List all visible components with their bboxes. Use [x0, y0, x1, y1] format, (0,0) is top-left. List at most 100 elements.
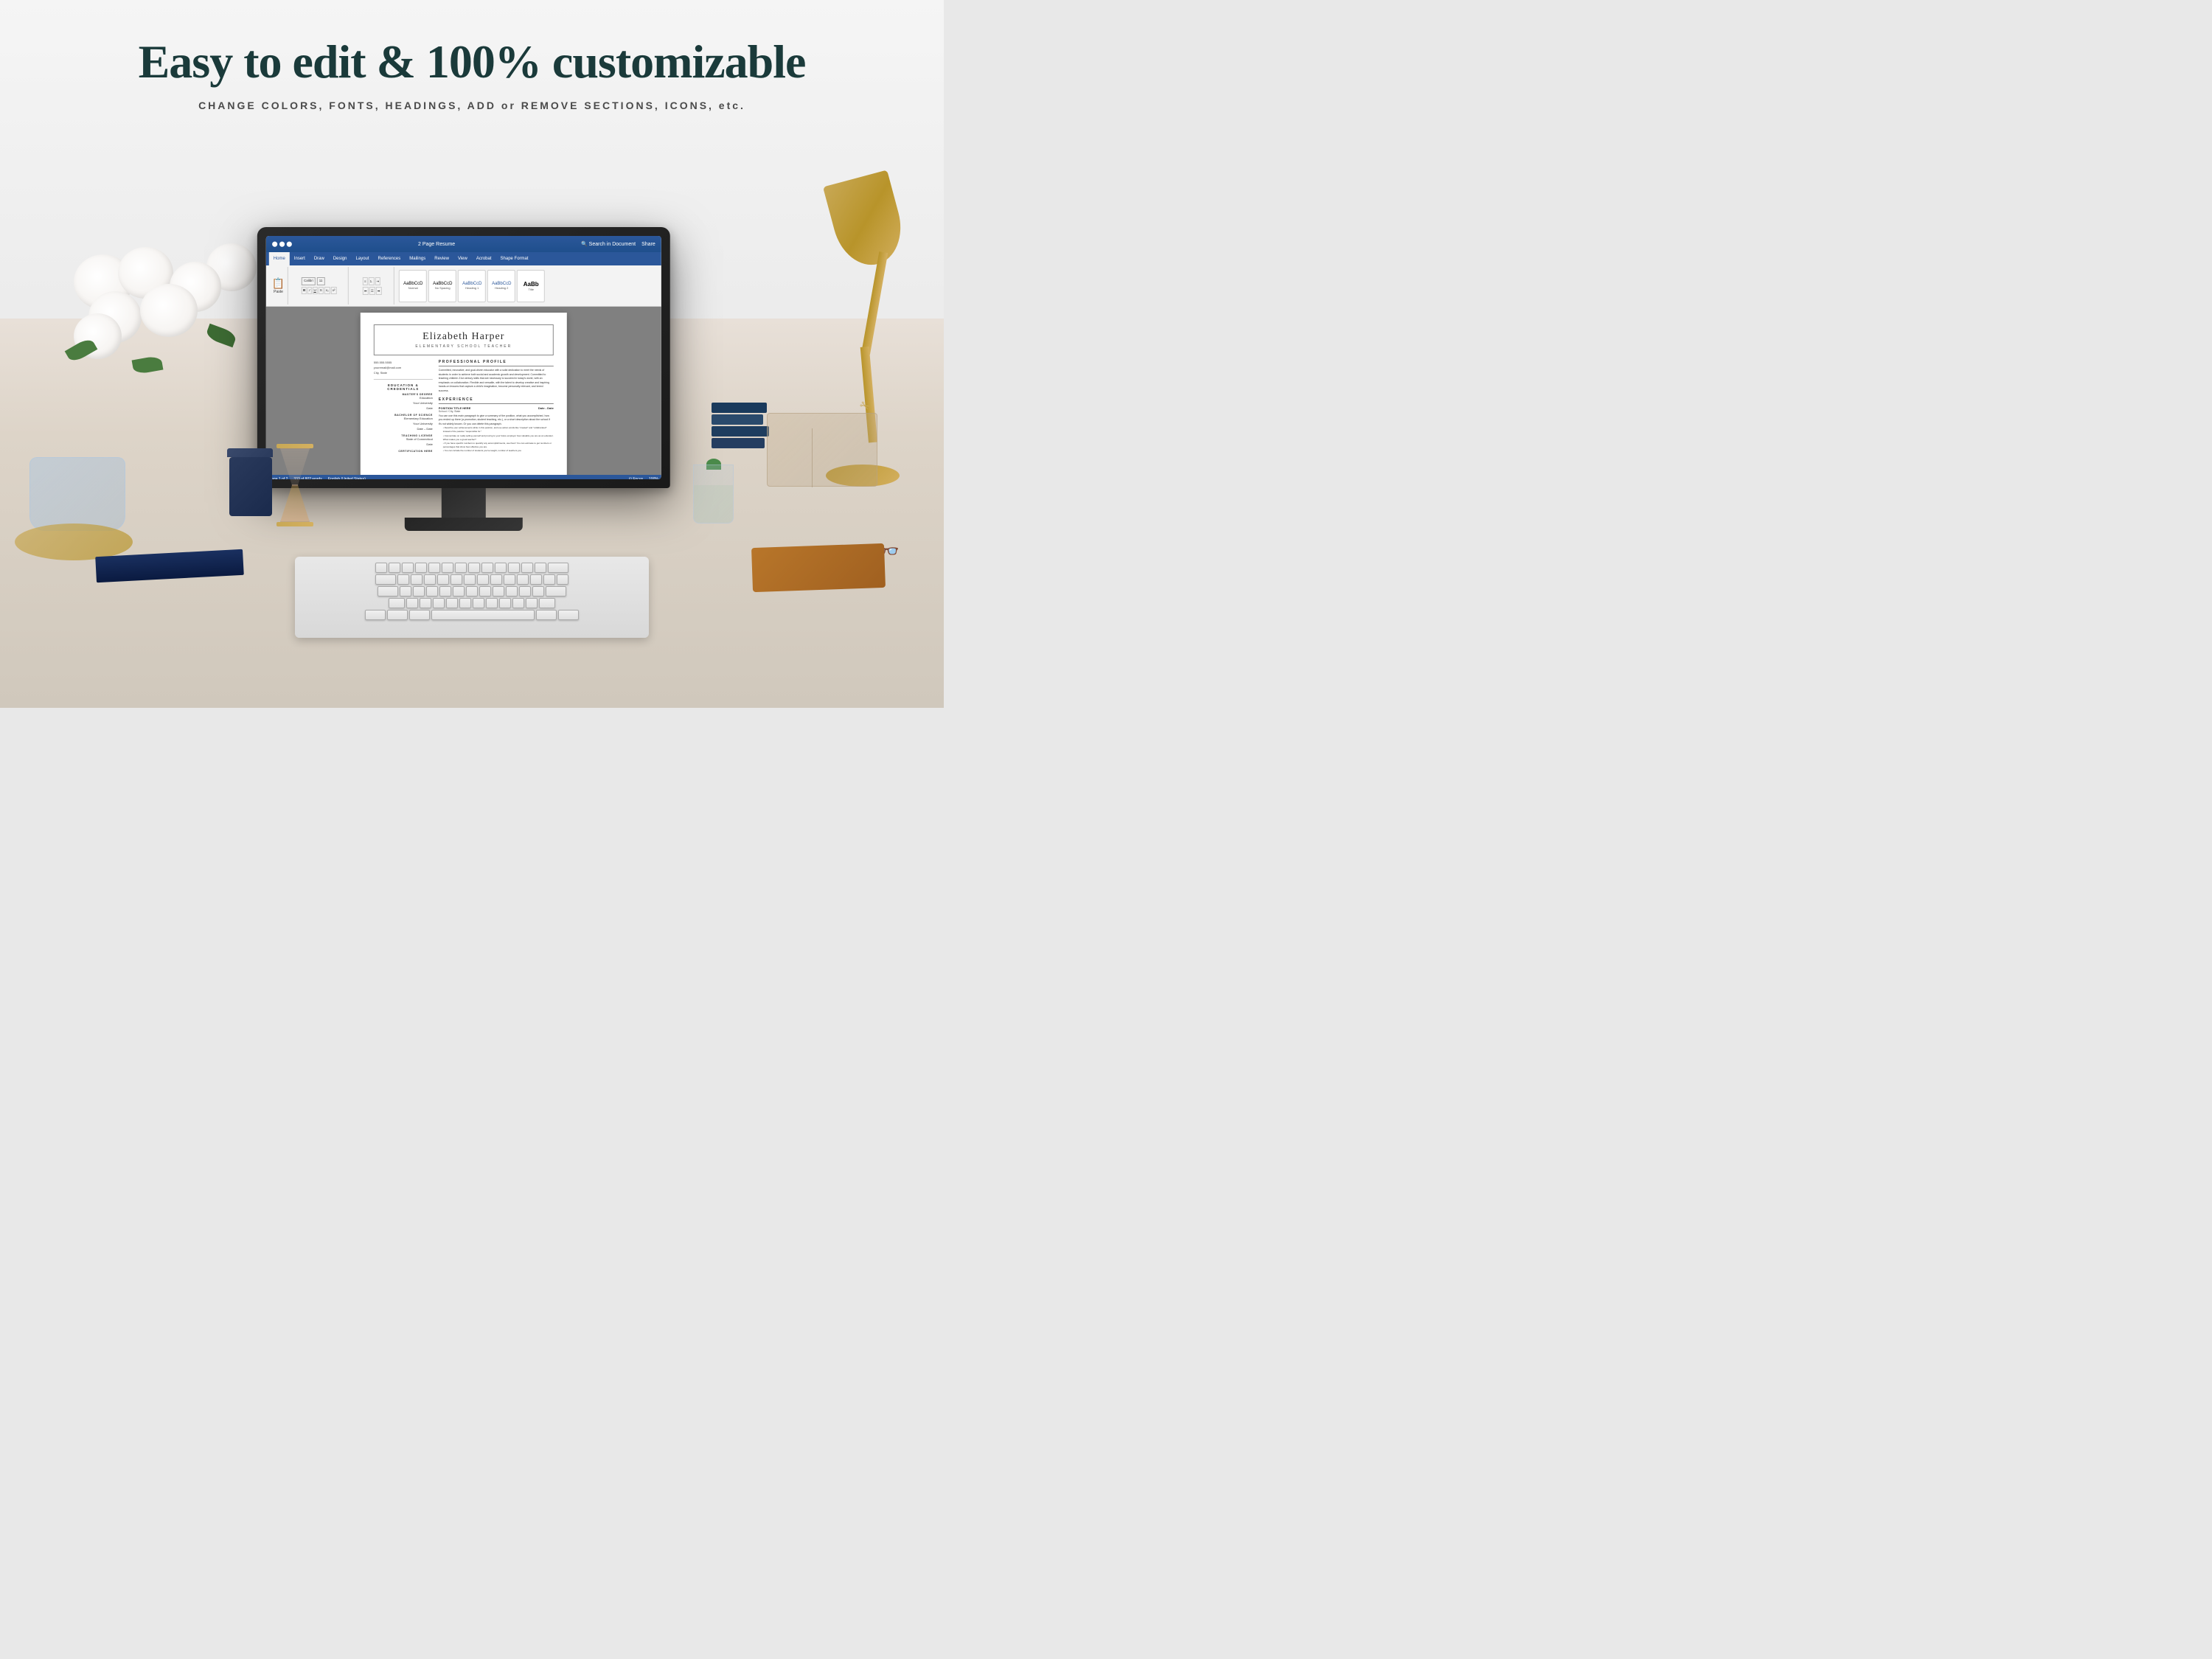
leather-folio [751, 543, 886, 592]
list-button[interactable]: ≡ [363, 277, 368, 285]
tab-insert[interactable]: Insert [290, 252, 310, 265]
key [459, 598, 471, 608]
flower-arrangement [0, 221, 221, 531]
key [411, 574, 422, 585]
monitor: ⬤ ⬤ ⬤ 2 Page Resume 🔍 Search in Document… [257, 227, 670, 531]
font-controls: Calibri 11 B I U S x₂ x² [302, 277, 337, 293]
key-caps [378, 586, 398, 597]
paste-button[interactable]: 📋 Paste [272, 277, 285, 294]
hourglass-bottom [280, 485, 310, 522]
leaf-icon [132, 355, 164, 375]
key [532, 586, 544, 597]
key [437, 574, 449, 585]
key [486, 598, 498, 608]
hourglass-top [280, 448, 310, 485]
align-center-button[interactable]: ☰ [369, 287, 375, 295]
key-option-right [536, 610, 557, 620]
key [506, 586, 518, 597]
flower-stems [59, 240, 192, 461]
style-heading1[interactable]: AaBbCcD Heading 1 [458, 270, 486, 302]
statusbar-right: ⊡ Focus 100% [629, 477, 658, 479]
key [375, 563, 387, 573]
keyboard [295, 557, 649, 638]
masters-date: Date [374, 406, 433, 411]
font-group: Calibri 11 B I U S x₂ x² [290, 267, 349, 305]
bold-button[interactable]: B [302, 287, 307, 294]
email: youremail@mail.com [374, 365, 433, 370]
contact-info: 555.555.5555 youremail@mail.com City, St… [374, 360, 433, 380]
italic-button[interactable]: I [307, 287, 311, 294]
font-size-dropdown[interactable]: 11 [317, 277, 325, 285]
key [439, 586, 451, 597]
experience-heading: EXPERIENCE [439, 397, 554, 404]
key-space [431, 610, 535, 620]
key [543, 574, 555, 585]
style-title[interactable]: AaBb Title [517, 270, 545, 302]
tab-design[interactable]: Design [329, 252, 352, 265]
search-area: 🔍 Search in Document [581, 241, 636, 247]
profile-heading: PROFESSIONAL PROFILE [439, 360, 554, 366]
key [495, 563, 507, 573]
monitor-stand [405, 518, 523, 531]
resume-document: Elizabeth Harper ELEMENTARY SCHOOL TEACH… [361, 313, 567, 475]
tab-home[interactable]: Home [269, 252, 290, 265]
word-document-area: Elizabeth Harper ELEMENTARY SCHOOL TEACH… [266, 307, 661, 475]
strikethrough-button[interactable]: S [319, 287, 324, 294]
masters-school: Your University [374, 401, 433, 406]
paste-group: 📋 Paste [269, 267, 288, 305]
tab-acrobat[interactable]: Acrobat [472, 252, 496, 265]
resume-body: 555.555.5555 youremail@mail.com City, St… [374, 360, 554, 453]
key [424, 574, 436, 585]
candle-lid [227, 448, 273, 457]
resume-left-col: 555.555.5555 youremail@mail.com City, St… [374, 360, 433, 453]
style-heading2[interactable]: AaBbCcD Heading 2 [487, 270, 515, 302]
book [712, 426, 769, 437]
key [397, 574, 409, 585]
key [428, 563, 440, 573]
bachelors-field: Elementary Education [374, 417, 433, 421]
tab-layout[interactable]: Layout [352, 252, 374, 265]
style-no-spacing[interactable]: AaBbCcD No Spacing [428, 270, 456, 302]
books-stack [712, 403, 771, 450]
tab-review[interactable]: Review [430, 252, 453, 265]
underline-button[interactable]: U [312, 287, 317, 294]
key [406, 598, 418, 608]
drink-glass [689, 465, 737, 524]
cert-label: CERTIFICATION HERE [374, 450, 433, 453]
window-controls: ⬤ ⬤ ⬤ [272, 241, 292, 247]
key [481, 563, 493, 573]
share-button[interactable]: Share [641, 242, 655, 247]
keyboard-row-3 [304, 586, 640, 597]
numbered-list-button[interactable]: 1. [369, 277, 375, 285]
superscript-button[interactable]: x² [331, 287, 337, 294]
align-left-button[interactable]: ⬅ [363, 287, 369, 295]
bullet-1: Describe your achievements while in this… [443, 426, 554, 434]
monitor-body: ⬤ ⬤ ⬤ 2 Page Resume 🔍 Search in Document… [257, 227, 670, 488]
align-right-button[interactable]: ➡ [376, 287, 382, 295]
monitor-neck [442, 488, 486, 518]
tab-mailings[interactable]: Mailings [405, 252, 430, 265]
bullet-3: If you have specific numbers to quantify… [443, 442, 554, 449]
focus-mode[interactable]: ⊡ Focus [629, 477, 643, 479]
style-normal[interactable]: AaBbCcD Normal [399, 270, 427, 302]
indent-button[interactable]: ⇥ [375, 277, 380, 285]
tab-shape-format[interactable]: Shape Format [496, 252, 533, 265]
key [493, 586, 504, 597]
style-previews: AaBbCcD Normal AaBbCcD No Spacing AaBbCc… [399, 270, 545, 302]
key [468, 563, 480, 573]
key [499, 598, 511, 608]
key [504, 574, 515, 585]
key [453, 586, 465, 597]
profile-text: Committed, innovative, and goal-driven e… [439, 369, 554, 394]
word-titlebar: ⬤ ⬤ ⬤ 2 Page Resume 🔍 Search in Document… [266, 236, 661, 252]
tab-draw[interactable]: Draw [310, 252, 329, 265]
key [433, 598, 445, 608]
key [521, 563, 533, 573]
font-name-dropdown[interactable]: Calibri [302, 277, 316, 285]
tab-references[interactable]: References [374, 252, 406, 265]
subscript-button[interactable]: x₂ [324, 287, 330, 294]
resume-job-title: ELEMENTARY SCHOOL TEACHER [383, 344, 544, 349]
tab-view[interactable]: View [453, 252, 472, 265]
resume-header: Elizabeth Harper ELEMENTARY SCHOOL TEACH… [374, 324, 554, 355]
key [426, 586, 438, 597]
